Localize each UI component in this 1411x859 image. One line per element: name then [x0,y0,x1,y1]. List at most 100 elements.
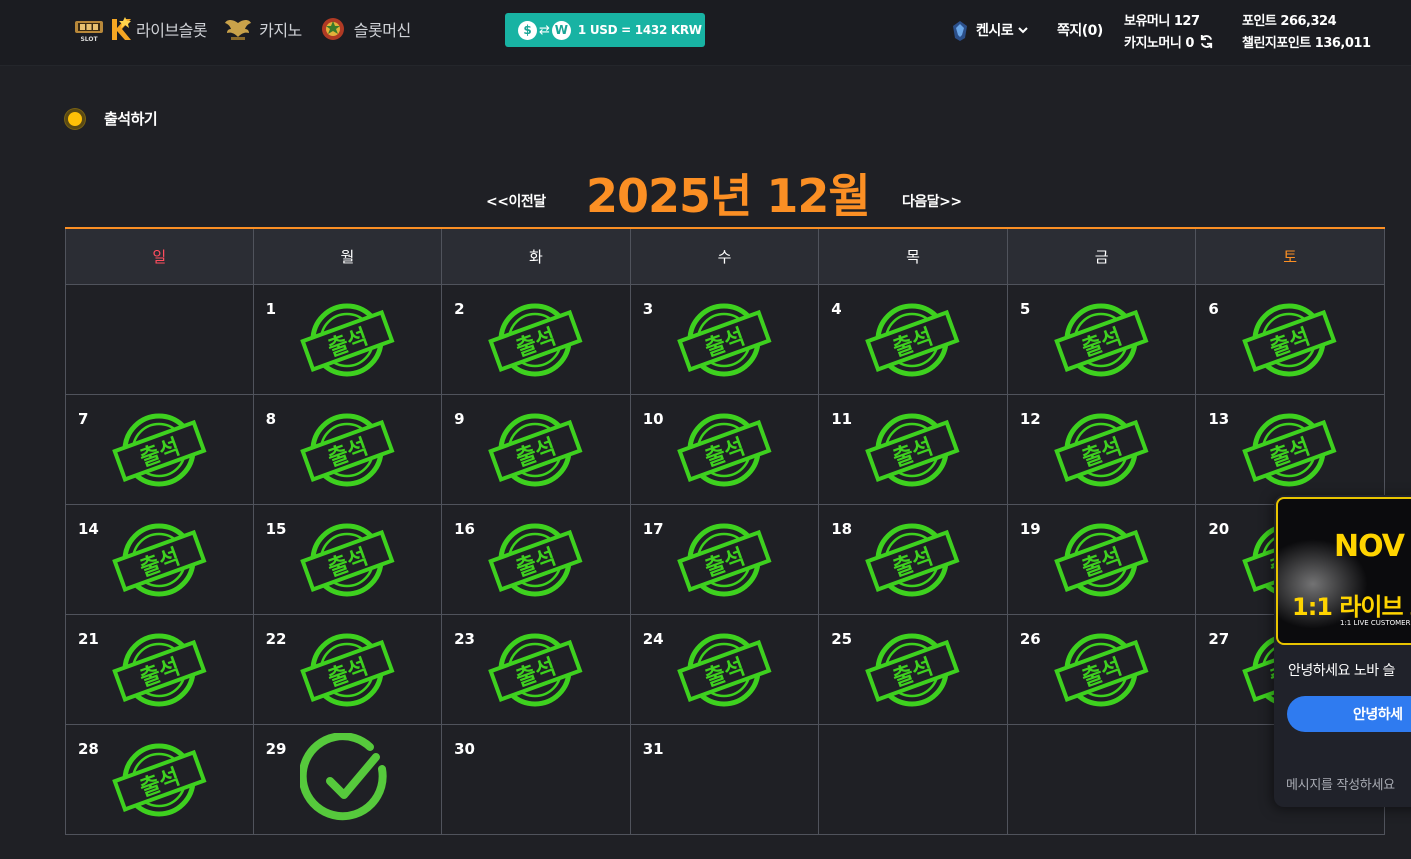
day-cell[interactable]: 3 출석 [630,285,820,395]
user-menu[interactable]: 켄시로 [976,20,1029,40]
attendance-stamp-icon: 출석 [1053,410,1149,490]
day-number: 4 [831,300,842,318]
weekday-label: 화 [529,248,543,266]
day-cell[interactable]: 12 출석 [1007,395,1197,505]
empty-day-cell [65,285,254,395]
messages-link[interactable]: 쪽지(0) [1057,20,1103,40]
day-cell[interactable]: 7 출석 [65,395,254,505]
weekday-cell: 일 [65,229,254,285]
attendance-stamp-icon: 출석 [299,300,395,380]
live-chat-widget[interactable]: NOV 1:1 라이브 고 1:1 LIVE CUSTOMER C 안녕하세요 … [1274,495,1411,807]
attendance-stamp-icon: 출석 [1053,520,1149,600]
attendance-stamp-icon: 출석 [111,740,207,820]
attendance-stamp-icon: 출석 [299,630,395,710]
attendance-stamp-icon: 출석 [1241,410,1337,490]
attendance-stamp-icon: 출석 [676,300,772,380]
casino-wings-icon [223,15,253,43]
day-cell[interactable]: 21 출석 [65,615,254,725]
attendance-stamp-icon: 출석 [487,520,583,600]
weekday-cell: 화 [442,229,631,285]
day-cell[interactable]: 22 출석 [253,615,443,725]
weekday-label: 토 [1283,248,1298,266]
weekday-cell: 목 [819,229,1008,285]
day-cell[interactable]: 24 출석 [630,615,820,725]
swap-icon: ⇄ [539,22,550,38]
chevron-down-icon [1018,27,1028,34]
day-number: 2 [454,300,465,318]
weekday-cell: 수 [630,229,820,285]
week-row: 28 출석 29 30 31 [65,725,1385,835]
slot-logo-icon[interactable]: SLOT [74,15,104,43]
refresh-icon[interactable] [1199,34,1214,49]
exchange-rate-text: 1 USD = 1432 KRW [577,23,702,37]
challenge-points: 챌린지포인트 136,011 [1242,36,1371,51]
attendance-stamp-icon: 출석 [1053,300,1149,380]
points: 포인트 266,324 [1242,14,1337,29]
day-number: 31 [642,740,664,758]
weekday-label: 일 [152,248,167,266]
day-cell[interactable]: 2 출석 [442,285,631,395]
day-cell[interactable]: 1 출석 [253,285,443,395]
day-cell[interactable]: 29 [253,725,443,835]
week-row: 7 출석 8 출석 9 출석 10 출석 11 출석 12 출석 13 출석 [65,395,1385,505]
day-cell[interactable]: 4 출석 [819,285,1008,395]
day-cell[interactable]: 15 출석 [253,505,443,615]
day-cell[interactable]: 14 출석 [65,505,254,615]
day-number: 8 [265,410,276,428]
top-bar: SLOT 라이브슬롯 카지노 슬롯머신 $ ⇄ W 1 USD = 1432 K… [0,0,1411,66]
user-name: 켄시로 [976,23,1014,39]
attendance-stamp-icon: 출석 [111,520,207,600]
slot-crest-icon [318,15,348,43]
day-cell[interactable]: 23 출석 [442,615,631,725]
nav-casino[interactable]: 카지노 [223,14,302,44]
day-cell[interactable]: 11 출석 [819,395,1008,505]
weekday-label: 월 [340,248,355,266]
day-cell[interactable]: 25 출석 [819,615,1008,725]
nav-slot-machine[interactable]: 슬롯머신 [318,14,411,44]
rank-badge-icon [950,20,970,42]
day-cell[interactable]: 6 출석 [1196,285,1385,395]
attendance-stamp-icon: 출석 [864,630,960,710]
month-title: 2025년 12월 [586,169,871,223]
day-number: 5 [1019,300,1031,318]
attendance-stamp-icon: 출석 [299,410,395,490]
prev-month-button[interactable]: <<이전달 [486,191,546,211]
casino-money-text: 카지노머니 0 [1124,36,1194,51]
chat-greeting: 안녕하세요 노바 슬 [1288,663,1395,679]
next-month-button[interactable]: 다음달>> [902,191,962,211]
chat-start-button[interactable]: 안녕하세 [1287,696,1411,732]
weekday-cell: 금 [1007,229,1197,285]
casino-money: 카지노머니 0 [1124,32,1214,51]
day-cell[interactable]: 17 출석 [630,505,820,615]
day-cell[interactable]: 10 출석 [630,395,820,505]
attendance-stamp-icon: 출석 [487,410,583,490]
day-cell[interactable]: 26 출석 [1007,615,1197,725]
day-number: 23 [454,630,475,648]
attendance-stamp-icon: 출석 [1053,630,1149,710]
day-cell[interactable]: 19 출석 [1007,505,1197,615]
day-number: 26 [1019,630,1041,648]
nav-live-slot[interactable]: 라이브슬롯 [108,14,208,44]
day-number: 11 [831,410,853,428]
holding-money: 보유머니 127 [1124,14,1200,29]
attendance-stamp-icon: 출석 [676,410,772,490]
day-cell[interactable]: 16 출석 [442,505,631,615]
day-cell[interactable]: 9 출석 [442,395,631,505]
weekday-label: 목 [906,248,920,266]
day-cell[interactable]: 30 [442,725,631,835]
day-cell[interactable]: 31 [630,725,820,835]
chat-message-input[interactable]: 메시지를 작성하세요 [1286,774,1395,793]
day-number: 3 [642,300,654,318]
weekday-cell: 토 [1196,229,1385,285]
month-navigation: <<이전달 2025년 12월 다음달>> [0,158,1411,223]
day-cell[interactable]: 13 출석 [1196,395,1385,505]
logo-text: SLOT [80,36,98,43]
day-number: 15 [265,520,287,538]
day-number: 25 [831,630,853,648]
day-cell[interactable]: 5 출석 [1007,285,1197,395]
day-cell[interactable]: 28 출석 [65,725,254,835]
day-cell[interactable]: 18 출석 [819,505,1008,615]
day-cell[interactable]: 8 출석 [253,395,443,505]
chat-banner-title: 1:1 라이브 고 [1292,593,1411,621]
day-number: 14 [78,520,99,538]
